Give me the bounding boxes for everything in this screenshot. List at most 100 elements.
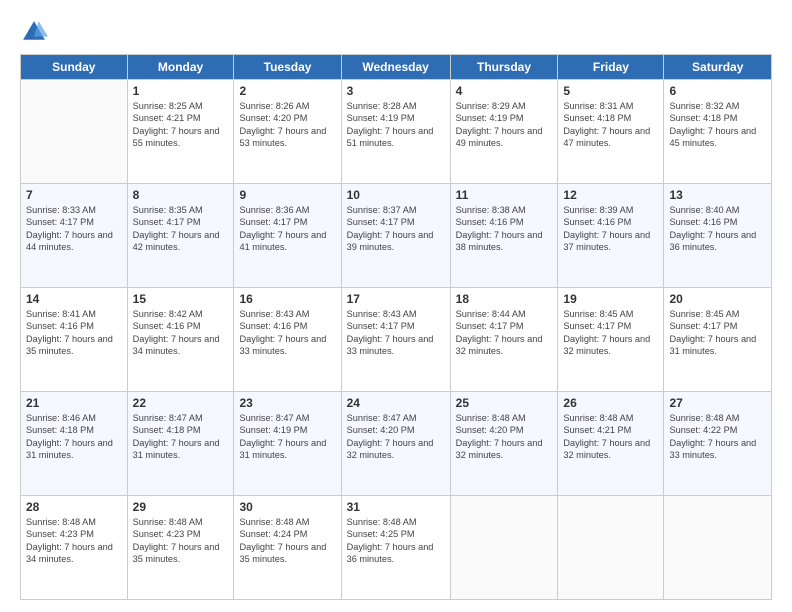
calendar-day: 19 Sunrise: 8:45 AMSunset: 4:17 PMDayligh… [558, 288, 664, 392]
day-number: 20 [669, 292, 766, 306]
day-number: 7 [26, 188, 122, 202]
header-day: Monday [127, 55, 234, 80]
day-number: 23 [239, 396, 335, 410]
day-info: Sunrise: 8:36 AMSunset: 4:17 PMDaylight:… [239, 204, 335, 254]
day-number: 17 [347, 292, 445, 306]
day-number: 24 [347, 396, 445, 410]
day-number: 9 [239, 188, 335, 202]
header-day: Tuesday [234, 55, 341, 80]
day-info: Sunrise: 8:43 AMSunset: 4:17 PMDaylight:… [347, 308, 445, 358]
calendar-day: 24 Sunrise: 8:47 AMSunset: 4:20 PMDayligh… [341, 392, 450, 496]
calendar-day: 18 Sunrise: 8:44 AMSunset: 4:17 PMDayligh… [450, 288, 558, 392]
day-info: Sunrise: 8:48 AMSunset: 4:23 PMDaylight:… [26, 516, 122, 566]
header [20, 18, 772, 46]
calendar-day: 11 Sunrise: 8:38 AMSunset: 4:16 PMDayligh… [450, 184, 558, 288]
day-number: 4 [456, 84, 553, 98]
header-day: Sunday [21, 55, 128, 80]
day-info: Sunrise: 8:48 AMSunset: 4:20 PMDaylight:… [456, 412, 553, 462]
header-row: SundayMondayTuesdayWednesdayThursdayFrid… [21, 55, 772, 80]
calendar-day: 17 Sunrise: 8:43 AMSunset: 4:17 PMDayligh… [341, 288, 450, 392]
day-info: Sunrise: 8:47 AMSunset: 4:20 PMDaylight:… [347, 412, 445, 462]
day-number: 29 [133, 500, 229, 514]
day-number: 26 [563, 396, 658, 410]
calendar-day [558, 496, 664, 600]
logo-icon [20, 18, 48, 46]
day-info: Sunrise: 8:48 AMSunset: 4:23 PMDaylight:… [133, 516, 229, 566]
day-info: Sunrise: 8:25 AMSunset: 4:21 PMDaylight:… [133, 100, 229, 150]
calendar-day: 5 Sunrise: 8:31 AMSunset: 4:18 PMDaylight… [558, 80, 664, 184]
day-info: Sunrise: 8:33 AMSunset: 4:17 PMDaylight:… [26, 204, 122, 254]
day-number: 5 [563, 84, 658, 98]
day-info: Sunrise: 8:45 AMSunset: 4:17 PMDaylight:… [669, 308, 766, 358]
calendar-day: 25 Sunrise: 8:48 AMSunset: 4:20 PMDayligh… [450, 392, 558, 496]
day-info: Sunrise: 8:45 AMSunset: 4:17 PMDaylight:… [563, 308, 658, 358]
day-number: 6 [669, 84, 766, 98]
day-number: 30 [239, 500, 335, 514]
calendar-day: 30Sunrise: 8:48 AMSunset: 4:24 PMDayligh… [234, 496, 341, 600]
calendar-day: 10Sunrise: 8:37 AMSunset: 4:17 PMDayligh… [341, 184, 450, 288]
day-info: Sunrise: 8:41 AMSunset: 4:16 PMDaylight:… [26, 308, 122, 358]
header-day: Friday [558, 55, 664, 80]
calendar-day: 21 Sunrise: 8:46 AMSunset: 4:18 PMDayligh… [21, 392, 128, 496]
day-number: 18 [456, 292, 553, 306]
day-number: 10 [347, 188, 445, 202]
day-info: Sunrise: 8:32 AMSunset: 4:18 PMDaylight:… [669, 100, 766, 150]
day-number: 11 [456, 188, 553, 202]
day-number: 27 [669, 396, 766, 410]
day-info: Sunrise: 8:48 AMSunset: 4:22 PMDaylight:… [669, 412, 766, 462]
day-info: Sunrise: 8:44 AMSunset: 4:17 PMDaylight:… [456, 308, 553, 358]
day-number: 13 [669, 188, 766, 202]
day-info: Sunrise: 8:43 AMSunset: 4:16 PMDaylight:… [239, 308, 335, 358]
day-number: 19 [563, 292, 658, 306]
day-info: Sunrise: 8:39 AMSunset: 4:16 PMDaylight:… [563, 204, 658, 254]
calendar-day: 7 Sunrise: 8:33 AMSunset: 4:17 PMDaylight… [21, 184, 128, 288]
calendar-day: 1Sunrise: 8:25 AMSunset: 4:21 PMDaylight… [127, 80, 234, 184]
calendar-day: 13 Sunrise: 8:40 AMSunset: 4:16 PMDayligh… [664, 184, 772, 288]
calendar-week: 1Sunrise: 8:25 AMSunset: 4:21 PMDaylight… [21, 80, 772, 184]
day-number: 31 [347, 500, 445, 514]
calendar-day [664, 496, 772, 600]
calendar-day: 20 Sunrise: 8:45 AMSunset: 4:17 PMDayligh… [664, 288, 772, 392]
day-info: Sunrise: 8:28 AMSunset: 4:19 PMDaylight:… [347, 100, 445, 150]
calendar-day: 2 Sunrise: 8:26 AMSunset: 4:20 PMDaylight… [234, 80, 341, 184]
calendar-day: 31Sunrise: 8:48 AMSunset: 4:25 PMDayligh… [341, 496, 450, 600]
day-number: 28 [26, 500, 122, 514]
calendar-day: 9 Sunrise: 8:36 AMSunset: 4:17 PMDaylight… [234, 184, 341, 288]
day-number: 25 [456, 396, 553, 410]
day-info: Sunrise: 8:46 AMSunset: 4:18 PMDaylight:… [26, 412, 122, 462]
day-info: Sunrise: 8:40 AMSunset: 4:16 PMDaylight:… [669, 204, 766, 254]
calendar-header: SundayMondayTuesdayWednesdayThursdayFrid… [21, 55, 772, 80]
day-info: Sunrise: 8:48 AMSunset: 4:21 PMDaylight:… [563, 412, 658, 462]
day-number: 12 [563, 188, 658, 202]
calendar-day: 4Sunrise: 8:29 AMSunset: 4:19 PMDaylight… [450, 80, 558, 184]
day-number: 15 [133, 292, 229, 306]
calendar-day: 16 Sunrise: 8:43 AMSunset: 4:16 PMDayligh… [234, 288, 341, 392]
calendar-week: 7 Sunrise: 8:33 AMSunset: 4:17 PMDaylight… [21, 184, 772, 288]
day-info: Sunrise: 8:47 AMSunset: 4:18 PMDaylight:… [133, 412, 229, 462]
day-info: Sunrise: 8:38 AMSunset: 4:16 PMDaylight:… [456, 204, 553, 254]
calendar-day: 23Sunrise: 8:47 AMSunset: 4:19 PMDayligh… [234, 392, 341, 496]
day-number: 14 [26, 292, 122, 306]
calendar-day: 6 Sunrise: 8:32 AMSunset: 4:18 PMDaylight… [664, 80, 772, 184]
calendar-day: 15Sunrise: 8:42 AMSunset: 4:16 PMDayligh… [127, 288, 234, 392]
calendar-week: 21 Sunrise: 8:46 AMSunset: 4:18 PMDayligh… [21, 392, 772, 496]
day-number: 8 [133, 188, 229, 202]
page: SundayMondayTuesdayWednesdayThursdayFrid… [0, 0, 792, 612]
logo [20, 18, 52, 46]
calendar-week: 14 Sunrise: 8:41 AMSunset: 4:16 PMDayligh… [21, 288, 772, 392]
day-number: 22 [133, 396, 229, 410]
day-number: 2 [239, 84, 335, 98]
calendar-day: 12 Sunrise: 8:39 AMSunset: 4:16 PMDayligh… [558, 184, 664, 288]
calendar-body: 1Sunrise: 8:25 AMSunset: 4:21 PMDaylight… [21, 80, 772, 600]
calendar-day [450, 496, 558, 600]
day-number: 21 [26, 396, 122, 410]
calendar-week: 28 Sunrise: 8:48 AMSunset: 4:23 PMDayligh… [21, 496, 772, 600]
header-day: Thursday [450, 55, 558, 80]
day-info: Sunrise: 8:26 AMSunset: 4:20 PMDaylight:… [239, 100, 335, 150]
day-info: Sunrise: 8:31 AMSunset: 4:18 PMDaylight:… [563, 100, 658, 150]
day-number: 3 [347, 84, 445, 98]
calendar-day: 22 Sunrise: 8:47 AMSunset: 4:18 PMDayligh… [127, 392, 234, 496]
day-number: 16 [239, 292, 335, 306]
calendar: SundayMondayTuesdayWednesdayThursdayFrid… [20, 54, 772, 600]
calendar-table: SundayMondayTuesdayWednesdayThursdayFrid… [20, 54, 772, 600]
